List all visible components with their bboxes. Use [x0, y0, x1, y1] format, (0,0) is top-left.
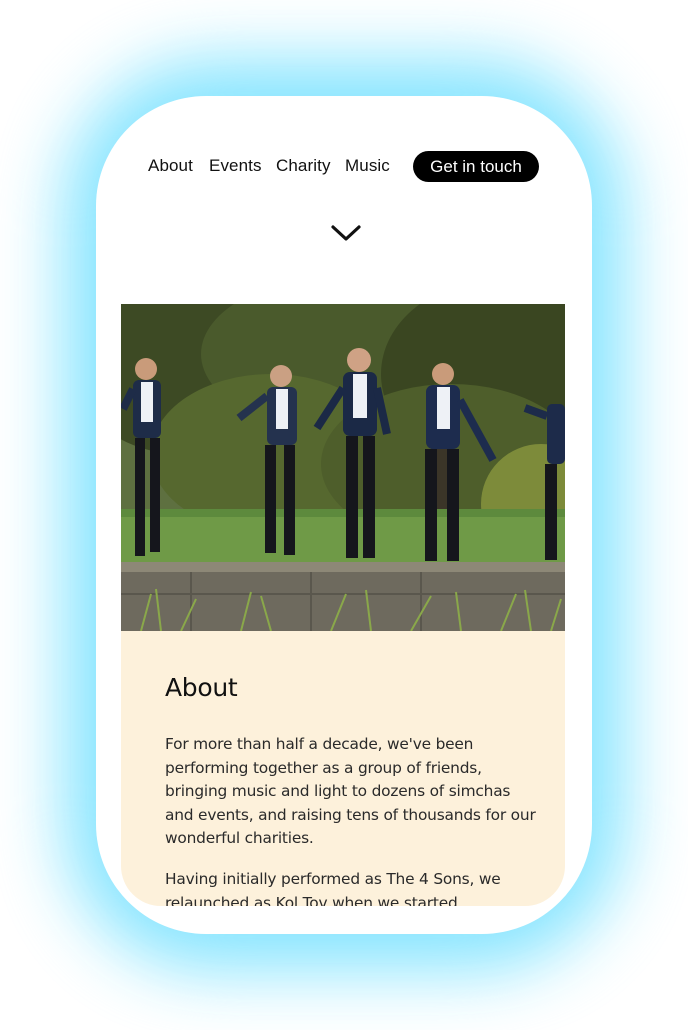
- top-nav: About Events Charity Music Get in touch: [96, 146, 592, 186]
- nav-link-about[interactable]: About: [148, 156, 193, 176]
- hero-illustration: [121, 304, 565, 631]
- about-paragraph-2: Having initially performed as The 4 Sons…: [165, 870, 501, 906]
- mockup-stage: About Events Charity Music Get in touch: [0, 0, 688, 1030]
- hero-photo: [121, 304, 565, 631]
- about-heading: About: [165, 673, 238, 702]
- about-paragraph-1: For more than half a decade, we've been …: [165, 735, 536, 847]
- nav-link-music[interactable]: Music: [345, 156, 390, 176]
- about-section: About For more than half a decade, we've…: [121, 631, 565, 906]
- phone-frame: About Events Charity Music Get in touch: [96, 96, 592, 934]
- get-in-touch-button[interactable]: Get in touch: [413, 151, 539, 182]
- page-content: About For more than half a decade, we've…: [121, 216, 565, 934]
- nav-link-charity[interactable]: Charity: [276, 156, 331, 176]
- nav-link-events[interactable]: Events: [209, 156, 262, 176]
